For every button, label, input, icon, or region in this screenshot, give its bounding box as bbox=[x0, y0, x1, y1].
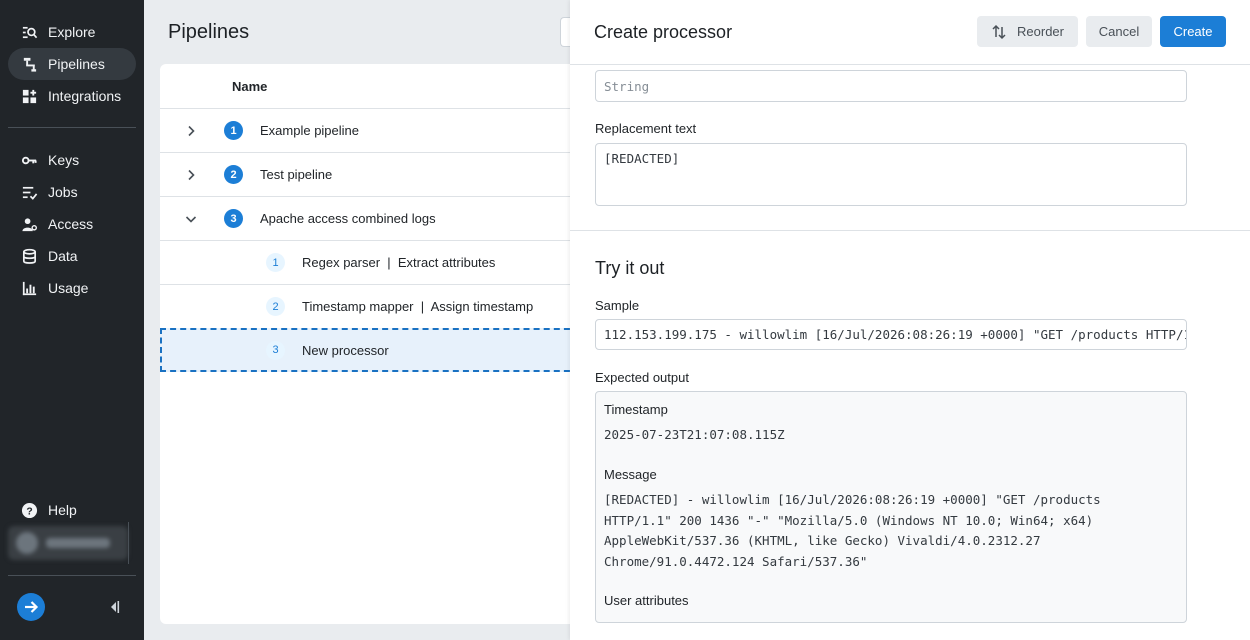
logo-icon[interactable] bbox=[17, 593, 45, 621]
sidebar-item-label: Usage bbox=[48, 280, 89, 296]
page-title: Pipelines bbox=[168, 21, 250, 43]
processor-row[interactable]: 1 Regex parser | Extract attributes bbox=[160, 240, 580, 284]
sidebar-item-keys[interactable]: Keys bbox=[8, 144, 136, 176]
table-row[interactable]: 3 Apache access combined logs bbox=[160, 196, 580, 240]
panel-header: Create processor Reorder Cancel Create bbox=[570, 0, 1250, 65]
pipeline-name: Test pipeline bbox=[260, 167, 333, 182]
jobs-icon bbox=[20, 183, 38, 201]
try-it-out-title: Try it out bbox=[595, 258, 665, 278]
processor-number-badge: 3 bbox=[266, 340, 285, 360]
pipeline-number-badge: 3 bbox=[224, 209, 243, 228]
collapse-sidebar-icon[interactable] bbox=[106, 597, 122, 617]
reorder-icon bbox=[991, 24, 1007, 40]
access-icon bbox=[20, 215, 38, 233]
reorder-label: Reorder bbox=[1017, 24, 1064, 39]
type-select[interactable]: String bbox=[595, 70, 1187, 102]
pipelines-icon bbox=[20, 55, 38, 73]
sidebar-item-label: Keys bbox=[48, 152, 80, 168]
sidebar-item-label: Data bbox=[48, 248, 78, 264]
processor-name: Timestamp mapper | Assign timestamp bbox=[302, 299, 534, 314]
help-label: Help bbox=[48, 502, 77, 518]
processor-name: New processor bbox=[302, 342, 389, 358]
key-icon bbox=[20, 151, 38, 169]
expected-output-box: Timestamp 2025-07-23T21:07:08.115Z Messa… bbox=[595, 391, 1187, 623]
integrations-icon bbox=[20, 87, 38, 105]
sidebar-item-access[interactable]: Access bbox=[8, 208, 136, 240]
account-name-redacted bbox=[46, 538, 110, 548]
usage-icon bbox=[20, 279, 38, 297]
timestamp-value: 2025-07-23T21:07:08.115Z bbox=[604, 427, 785, 442]
sidebar-item-label: Explore bbox=[48, 24, 96, 40]
processor-row[interactable]: 2 Timestamp mapper | Assign timestamp bbox=[160, 284, 580, 328]
cancel-button[interactable]: Cancel bbox=[1086, 16, 1152, 47]
new-processor-row[interactable]: 3 New processor bbox=[160, 328, 580, 372]
help-link[interactable]: ? Help bbox=[8, 494, 136, 526]
sidebar-item-pipelines[interactable]: Pipelines bbox=[8, 48, 136, 80]
create-button[interactable]: Create bbox=[1160, 16, 1226, 47]
sample-label: Sample bbox=[595, 298, 640, 313]
panel-title: Create processor bbox=[594, 22, 733, 42]
section-divider bbox=[570, 230, 1250, 231]
account-menu[interactable] bbox=[8, 526, 128, 560]
type-select-value: String bbox=[604, 79, 650, 94]
sidebar-item-jobs[interactable]: Jobs bbox=[8, 176, 136, 208]
expected-output-label: Expected output bbox=[595, 370, 689, 385]
replacement-text-label: Replacement text bbox=[595, 121, 697, 136]
reorder-button[interactable]: Reorder bbox=[977, 16, 1078, 47]
processor-number-badge: 1 bbox=[266, 253, 285, 272]
sidebar-divider bbox=[8, 127, 136, 128]
avatar bbox=[16, 532, 38, 554]
sidebar: Explore Pipelines Integrations Keys Jobs… bbox=[0, 0, 144, 640]
explore-icon bbox=[20, 23, 38, 41]
sidebar-divider bbox=[8, 575, 136, 576]
sample-input[interactable]: 112.153.199.175 - willowlim [16/Jul/2026… bbox=[595, 319, 1187, 350]
pipeline-number-badge: 2 bbox=[224, 165, 243, 184]
table-row[interactable]: 2 Test pipeline bbox=[160, 152, 580, 196]
sidebar-separator bbox=[128, 522, 129, 564]
sidebar-item-label: Jobs bbox=[48, 184, 78, 200]
pipeline-name: Example pipeline bbox=[260, 123, 360, 138]
message-value: [REDACTED] - willowlim [16/Jul/2026:08:2… bbox=[604, 492, 1101, 569]
sidebar-item-integrations[interactable]: Integrations bbox=[8, 80, 136, 112]
pipeline-name: Apache access combined logs bbox=[260, 211, 436, 226]
sidebar-item-label: Access bbox=[48, 216, 94, 232]
chevron-right-icon[interactable] bbox=[184, 168, 198, 182]
sidebar-item-data[interactable]: Data bbox=[8, 240, 136, 272]
svg-text:?: ? bbox=[26, 506, 32, 517]
processor-name: Regex parser | Extract attributes bbox=[302, 255, 496, 270]
processor-number-badge: 2 bbox=[266, 297, 285, 316]
help-icon: ? bbox=[20, 501, 38, 519]
sidebar-item-label: Pipelines bbox=[48, 56, 105, 72]
database-icon bbox=[20, 247, 38, 265]
timestamp-label: Timestamp bbox=[604, 402, 668, 417]
sidebar-item-explore[interactable]: Explore bbox=[8, 16, 136, 48]
chevron-down-icon[interactable] bbox=[184, 212, 198, 226]
column-header-name: Name bbox=[232, 79, 268, 94]
create-processor-panel: Create processor Reorder Cancel Create S… bbox=[570, 0, 1250, 640]
pipeline-number-badge: 1 bbox=[224, 121, 243, 140]
sidebar-item-usage[interactable]: Usage bbox=[8, 272, 136, 304]
table-row[interactable]: 1 Example pipeline bbox=[160, 108, 580, 152]
user-attributes-label: User attributes bbox=[604, 593, 689, 608]
sidebar-item-label: Integrations bbox=[48, 88, 122, 104]
replacement-text-input[interactable]: [REDACTED] bbox=[595, 143, 1187, 206]
pipelines-table: Name 1 Example pipeline 2 Test pipeline … bbox=[160, 64, 580, 624]
message-label: Message bbox=[604, 467, 657, 482]
chevron-right-icon[interactable] bbox=[184, 124, 198, 138]
